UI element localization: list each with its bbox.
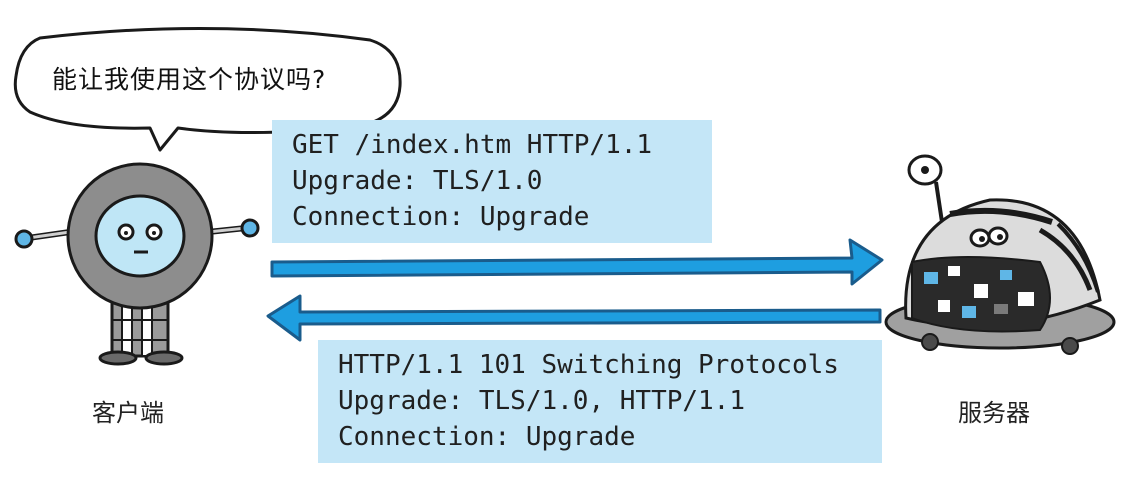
server-label: 服务器 xyxy=(958,399,1030,427)
request-headers-box: GET /index.htm HTTP/1.1 Upgrade: TLS/1.0… xyxy=(272,120,712,243)
client-label: 客户端 xyxy=(92,399,164,427)
response-status-line: HTTP/1.1 101 Switching Protocols xyxy=(338,350,839,380)
speech-bubble-text: 能让我使用这个协议吗? xyxy=(52,65,327,94)
request-upgrade-header: Upgrade: TLS/1.0 xyxy=(292,166,543,196)
request-connection-header: Connection: Upgrade xyxy=(292,202,590,232)
response-arrow xyxy=(266,294,882,342)
response-connection-header: Connection: Upgrade xyxy=(338,422,636,452)
robot-client-icon xyxy=(14,162,260,366)
response-headers-box: HTTP/1.1 101 Switching Protocols Upgrade… xyxy=(318,340,882,463)
response-upgrade-header: Upgrade: TLS/1.0, HTTP/1.1 xyxy=(338,386,745,416)
request-line: GET /index.htm HTTP/1.1 xyxy=(292,130,653,160)
robot-server-icon xyxy=(884,154,1116,355)
request-arrow xyxy=(270,238,884,286)
